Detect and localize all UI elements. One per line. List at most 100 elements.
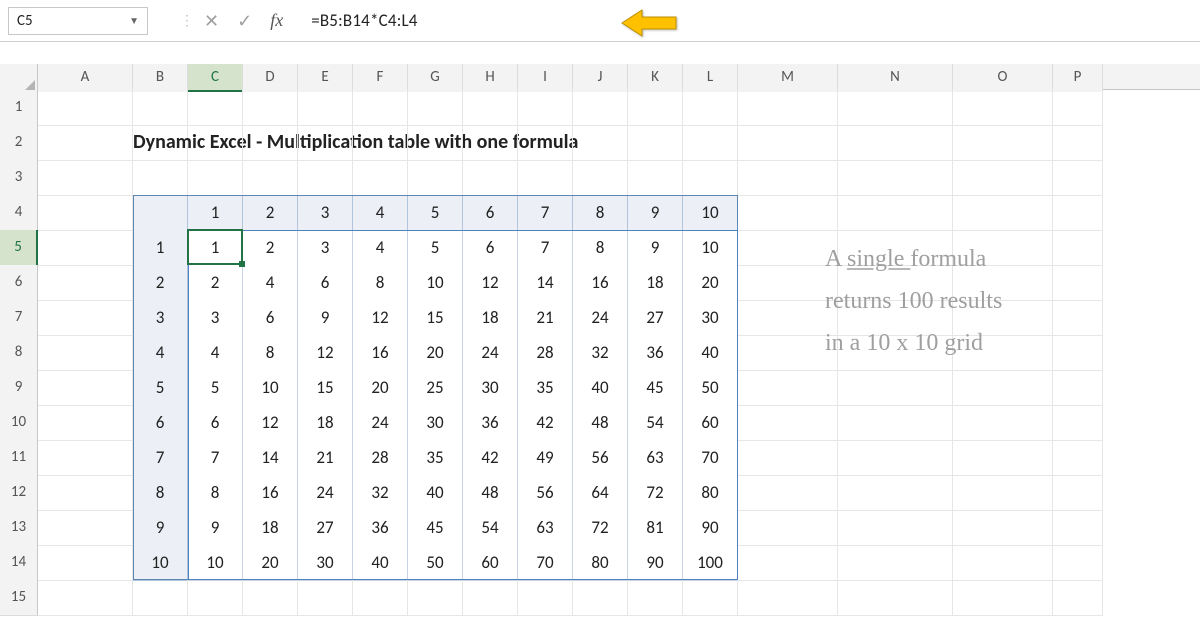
cell[interactable] — [838, 90, 953, 126]
cell[interactable]: 1 — [133, 230, 188, 266]
col-header-P[interactable]: P — [1053, 64, 1103, 92]
cell[interactable] — [1053, 265, 1103, 301]
cell[interactable] — [518, 90, 573, 126]
cell[interactable]: 36 — [353, 510, 408, 546]
cell[interactable]: 21 — [298, 440, 353, 476]
row-header-14[interactable]: 14 — [0, 545, 38, 581]
cell[interactable]: 24 — [353, 405, 408, 441]
cell[interactable]: 32 — [353, 475, 408, 511]
col-header-O[interactable]: O — [953, 64, 1053, 92]
cell[interactable]: 8 — [188, 475, 243, 511]
cell[interactable] — [573, 160, 628, 196]
cell[interactable]: 7 — [518, 230, 573, 266]
cell[interactable]: 5 — [408, 195, 463, 231]
cell[interactable]: 6 — [243, 300, 298, 336]
row-header-2[interactable]: 2 — [0, 125, 38, 161]
cell[interactable]: 10 — [683, 230, 738, 266]
cell[interactable] — [738, 405, 838, 441]
cell[interactable]: 6 — [133, 405, 188, 441]
cell[interactable] — [838, 160, 953, 196]
cell[interactable]: 6 — [463, 195, 518, 231]
cell[interactable]: 7 — [518, 195, 573, 231]
col-header-L[interactable]: L — [683, 64, 738, 92]
cell[interactable] — [1053, 510, 1103, 546]
cell[interactable]: 24 — [463, 335, 518, 371]
cell[interactable]: 7 — [188, 440, 243, 476]
cell[interactable] — [1053, 405, 1103, 441]
cell[interactable]: 10 — [243, 370, 298, 406]
cell[interactable]: 12 — [243, 405, 298, 441]
cell[interactable]: 40 — [408, 475, 463, 511]
cell[interactable]: 10 — [408, 265, 463, 301]
cell[interactable]: 3 — [298, 230, 353, 266]
cell[interactable] — [953, 90, 1053, 126]
cell[interactable]: 30 — [683, 300, 738, 336]
cell[interactable] — [133, 580, 188, 616]
cell[interactable]: 35 — [408, 440, 463, 476]
col-header-F[interactable]: F — [353, 64, 408, 92]
cell[interactable] — [628, 125, 683, 161]
cell[interactable] — [628, 90, 683, 126]
cell[interactable]: 9 — [298, 300, 353, 336]
cell[interactable]: 48 — [573, 405, 628, 441]
cell[interactable]: 10 — [683, 195, 738, 231]
cell[interactable]: 16 — [243, 475, 298, 511]
cell[interactable] — [953, 580, 1053, 616]
cell[interactable]: 4 — [133, 335, 188, 371]
cell[interactable] — [463, 90, 518, 126]
name-box-dropdown-icon[interactable]: ▼ — [129, 14, 139, 27]
cell[interactable] — [838, 405, 953, 441]
cell[interactable]: 3 — [188, 300, 243, 336]
cell[interactable]: 9 — [628, 195, 683, 231]
cell[interactable] — [133, 90, 188, 126]
cell[interactable]: 64 — [573, 475, 628, 511]
cell[interactable] — [518, 580, 573, 616]
cell[interactable] — [463, 580, 518, 616]
cell[interactable]: 20 — [408, 335, 463, 371]
cell[interactable]: 5 — [133, 370, 188, 406]
cell[interactable]: 36 — [628, 335, 683, 371]
cell[interactable]: 45 — [408, 510, 463, 546]
cell[interactable]: 16 — [353, 335, 408, 371]
cell[interactable] — [738, 545, 838, 581]
row-header-3[interactable]: 3 — [0, 160, 38, 196]
cell[interactable] — [738, 370, 838, 406]
cell[interactable]: 4 — [243, 265, 298, 301]
cell[interactable]: 2 — [188, 265, 243, 301]
cell[interactable] — [953, 440, 1053, 476]
name-box[interactable]: C5 ▼ — [8, 7, 148, 35]
cell[interactable] — [738, 335, 838, 371]
cell[interactable]: 3 — [133, 300, 188, 336]
cell[interactable]: 6 — [298, 265, 353, 301]
col-header-H[interactable]: H — [463, 64, 518, 92]
cell[interactable]: 20 — [243, 545, 298, 581]
cell[interactable] — [838, 510, 953, 546]
cell[interactable]: 8 — [353, 265, 408, 301]
cell[interactable]: 80 — [683, 475, 738, 511]
cell[interactable]: 24 — [298, 475, 353, 511]
cell[interactable] — [838, 475, 953, 511]
cell[interactable] — [1053, 545, 1103, 581]
cell[interactable]: 10 — [133, 545, 188, 581]
cell[interactable] — [953, 195, 1053, 231]
cell[interactable]: 25 — [408, 370, 463, 406]
cell[interactable]: 27 — [298, 510, 353, 546]
cell[interactable] — [738, 300, 838, 336]
cell[interactable] — [838, 195, 953, 231]
cell[interactable]: 40 — [353, 545, 408, 581]
cell[interactable]: 28 — [353, 440, 408, 476]
cell[interactable]: 56 — [573, 440, 628, 476]
cell[interactable] — [573, 90, 628, 126]
cell[interactable] — [1053, 370, 1103, 406]
row-header-11[interactable]: 11 — [0, 440, 38, 476]
cell[interactable]: 9 — [133, 510, 188, 546]
cell[interactable]: 24 — [573, 300, 628, 336]
cell[interactable]: 40 — [573, 370, 628, 406]
row-header-5[interactable]: 5 — [0, 230, 38, 266]
cell[interactable] — [1053, 160, 1103, 196]
cell[interactable]: 7 — [133, 440, 188, 476]
cell[interactable]: 12 — [298, 335, 353, 371]
cell[interactable] — [298, 160, 353, 196]
cell[interactable] — [38, 475, 133, 511]
cell[interactable]: 2 — [243, 195, 298, 231]
